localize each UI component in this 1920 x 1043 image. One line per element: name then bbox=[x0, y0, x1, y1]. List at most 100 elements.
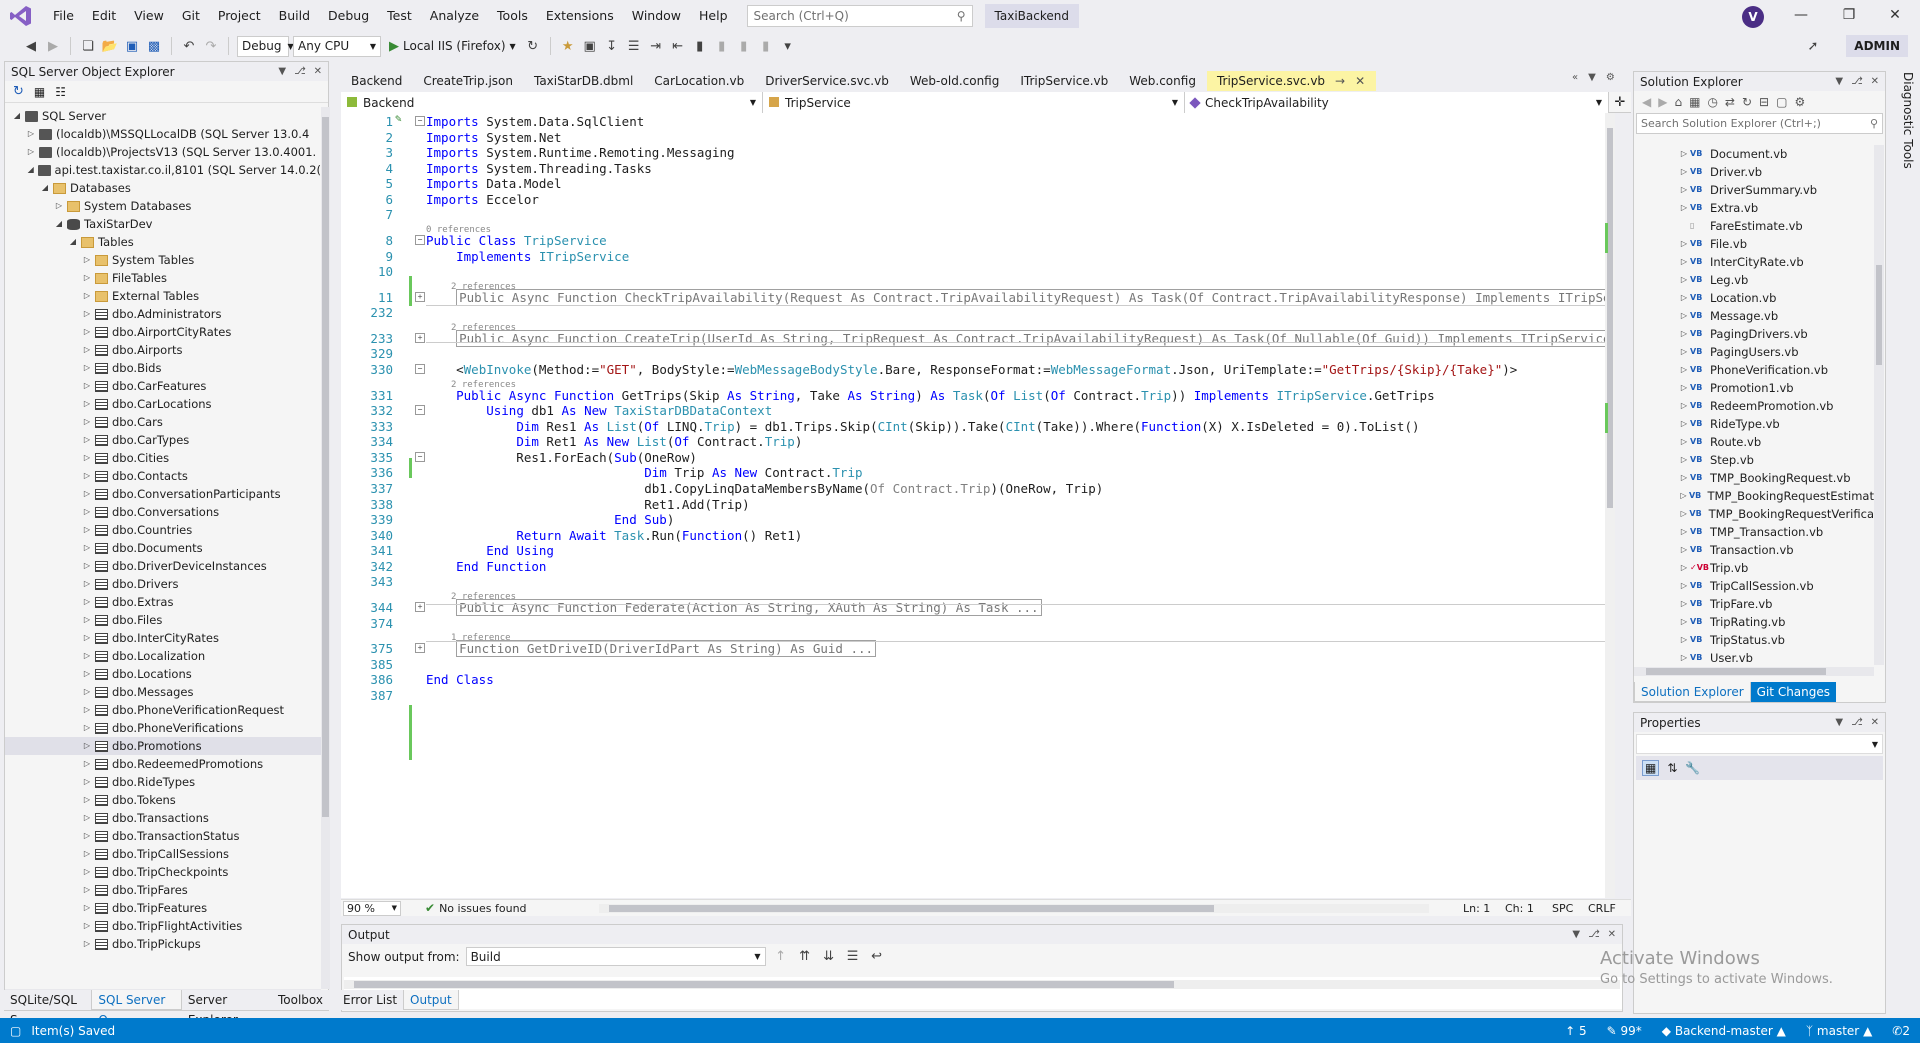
expand-icon[interactable]: ▷ bbox=[1678, 469, 1690, 487]
menu-tools[interactable]: Tools bbox=[488, 0, 537, 31]
tree-row[interactable]: ▷ dbo.TripCallSessions bbox=[5, 845, 321, 863]
expand-icon[interactable]: ▷ bbox=[1678, 271, 1690, 289]
tree-row[interactable]: ▷ dbo.Promotions bbox=[5, 737, 321, 755]
expand-icon[interactable]: ▷ bbox=[81, 773, 93, 791]
expand-icon[interactable]: ▷ bbox=[81, 935, 93, 953]
tree-row[interactable]: ◢ Tables bbox=[5, 233, 321, 251]
next-bookmark-icon[interactable]: ▮ bbox=[735, 37, 753, 55]
expand-icon[interactable]: ▷ bbox=[81, 899, 93, 917]
tree-row[interactable]: ◢ api.test.taxistar.co.il,8101 (SQL Serve… bbox=[5, 161, 321, 179]
tree-row[interactable]: ▷ dbo.TripFares bbox=[5, 881, 321, 899]
tree-row[interactable]: ▷ dbo.DriverDeviceInstances bbox=[5, 557, 321, 575]
expand-icon[interactable]: ▷ bbox=[81, 737, 93, 755]
tab-overflow-left-icon[interactable]: « bbox=[1572, 72, 1578, 83]
menu-analyze[interactable]: Analyze bbox=[421, 0, 488, 31]
solexp-vertical-scrollbar[interactable] bbox=[1874, 145, 1884, 665]
solexp-file-row[interactable]: ▷ VB Leg.vb bbox=[1634, 271, 1874, 289]
step-into-icon[interactable]: ↧ bbox=[603, 37, 621, 55]
close-icon[interactable]: ✕ bbox=[314, 66, 322, 77]
expand-icon[interactable]: ▷ bbox=[81, 881, 93, 899]
expand-icon[interactable]: ▷ bbox=[81, 341, 93, 359]
expand-icon[interactable]: ▷ bbox=[1678, 613, 1690, 631]
left-tab-3[interactable]: Toolbox bbox=[272, 990, 329, 1010]
expand-icon[interactable]: ▷ bbox=[1678, 433, 1690, 451]
expand-icon[interactable]: ▷ bbox=[1678, 379, 1690, 397]
expand-icon[interactable]: ▷ bbox=[1678, 577, 1690, 595]
code-editor[interactable]: 1− Imports System.Data.SqlClient 2 Imports … bbox=[341, 113, 1615, 898]
whitespace-indicator[interactable]: SPC bbox=[1552, 902, 1573, 915]
expand-icon[interactable]: ▷ bbox=[81, 251, 93, 269]
doc-tab[interactable]: Web.config bbox=[1119, 71, 1207, 91]
solexp-file-row[interactable]: ▷ VB PhoneVerification.vb bbox=[1634, 361, 1874, 379]
zoom-select[interactable]: 90 % ▼ bbox=[343, 900, 401, 916]
collapse-icon[interactable]: − bbox=[415, 116, 425, 126]
sync-icon[interactable]: ⇄ bbox=[1725, 95, 1735, 109]
forward-icon[interactable]: ▶ bbox=[1658, 95, 1667, 109]
switch-views-icon[interactable]: ▦ bbox=[1689, 95, 1700, 109]
solexp-file-row[interactable]: ▷ VB Document.vb bbox=[1634, 145, 1874, 163]
redo-icon[interactable]: ↷ bbox=[202, 37, 220, 55]
expand-icon[interactable]: ▷ bbox=[1678, 649, 1690, 665]
tree-row[interactable]: ▷ dbo.CarTypes bbox=[5, 431, 321, 449]
refresh-icon[interactable]: ↻ bbox=[1742, 95, 1752, 109]
tree-row[interactable]: ▷ FileTables bbox=[5, 269, 321, 287]
wrench-icon[interactable]: 🔧 bbox=[1685, 761, 1700, 775]
output-content[interactable] bbox=[344, 977, 1622, 1009]
expand-icon[interactable]: ▷ bbox=[1678, 181, 1690, 199]
solexp-file-row[interactable]: ▷ VB Extra.vb bbox=[1634, 199, 1874, 217]
expand-icon[interactable]: ▷ bbox=[1678, 415, 1690, 433]
new-project-icon[interactable]: ❏ bbox=[79, 37, 97, 55]
solexp-file-row[interactable]: ▷ VB Transaction.vb bbox=[1634, 541, 1874, 559]
solexp-file-row[interactable]: ▷ VB TripStatus.vb bbox=[1634, 631, 1874, 649]
solexp-tab-0[interactable]: Solution Explorer bbox=[1634, 682, 1751, 702]
expand-icon[interactable]: ▷ bbox=[81, 665, 93, 683]
expand-icon[interactable]: ▷ bbox=[1678, 199, 1690, 217]
output-horizontal-scrollbar[interactable] bbox=[344, 980, 1620, 989]
tree-row[interactable]: ▷ dbo.TripFlightActivities bbox=[5, 917, 321, 935]
tree-row[interactable]: ▷ dbo.Messages bbox=[5, 683, 321, 701]
bottom-tab-0[interactable]: Error List bbox=[337, 990, 403, 1010]
tree-row[interactable]: ▷ dbo.InterCityRates bbox=[5, 629, 321, 647]
menu-debug[interactable]: Debug bbox=[319, 0, 378, 31]
solexp-file-row[interactable]: ▷ ✓VB Trip.vb bbox=[1634, 559, 1874, 577]
expand-icon[interactable]: ▷ bbox=[1678, 487, 1689, 505]
expand-icon[interactable]: + bbox=[415, 291, 425, 302]
tree-row[interactable]: ▷ dbo.Bids bbox=[5, 359, 321, 377]
expand-icon[interactable]: ▷ bbox=[81, 269, 93, 287]
tree-row[interactable]: ▷ dbo.TransactionStatus bbox=[5, 827, 321, 845]
doc-tab[interactable]: TaxiStarDB.dbml bbox=[524, 71, 644, 91]
expand-icon[interactable]: ▷ bbox=[81, 863, 93, 881]
open-folder-icon[interactable]: 📂 bbox=[101, 37, 119, 55]
dropdown-icon[interactable]: ▼ bbox=[278, 66, 286, 77]
expand-icon[interactable]: ▷ bbox=[81, 791, 93, 809]
menu-view[interactable]: View bbox=[125, 0, 173, 31]
doc-tab[interactable]: ITripService.vb bbox=[1010, 71, 1119, 91]
expand-icon[interactable]: ▷ bbox=[1678, 541, 1690, 559]
solexp-file-row[interactable]: ▷ VB TripRating.vb bbox=[1634, 613, 1874, 631]
tree-row[interactable]: ▷ External Tables bbox=[5, 287, 321, 305]
restore-icon[interactable]: ❐ bbox=[1826, 0, 1872, 31]
expand-icon[interactable]: ▷ bbox=[1678, 523, 1690, 541]
menu-help[interactable]: Help bbox=[690, 0, 737, 31]
back-icon[interactable]: ◀ bbox=[1642, 95, 1651, 109]
pin-icon[interactable]: ⎇ bbox=[294, 66, 306, 77]
home-icon[interactable]: ⌂ bbox=[1674, 95, 1682, 109]
scroll-thumb[interactable] bbox=[1876, 265, 1882, 365]
tree-row[interactable]: ▷ dbo.ConversationParticipants bbox=[5, 485, 321, 503]
word-wrap-icon[interactable]: ↩ bbox=[868, 948, 886, 966]
solexp-file-row[interactable]: ▷ VB RideType.vb bbox=[1634, 415, 1874, 433]
solexp-file-row[interactable]: ▷ VB File.vb bbox=[1634, 235, 1874, 253]
tree-row[interactable]: ▷ (localdb)\ProjectsV13 (SQL Server 13.0.… bbox=[5, 143, 321, 161]
expand-icon[interactable]: ▷ bbox=[81, 701, 93, 719]
expand-icon[interactable]: ▷ bbox=[1678, 559, 1690, 577]
dropdown-icon[interactable]: ▼ bbox=[1572, 929, 1580, 940]
live-share-icon[interactable]: ➚ bbox=[1804, 37, 1822, 55]
expand-icon[interactable]: ▷ bbox=[1678, 289, 1690, 307]
pin-icon[interactable]: ⎇ bbox=[1851, 76, 1863, 87]
expand-icon[interactable]: ▷ bbox=[53, 197, 65, 215]
scroll-thumb[interactable] bbox=[1607, 128, 1613, 508]
expand-icon[interactable]: ▷ bbox=[81, 719, 93, 737]
expand-icon[interactable]: ▷ bbox=[81, 323, 93, 341]
doc-tab[interactable]: CreateTrip.json bbox=[413, 71, 524, 91]
tree-row[interactable]: ▷ dbo.Tokens bbox=[5, 791, 321, 809]
